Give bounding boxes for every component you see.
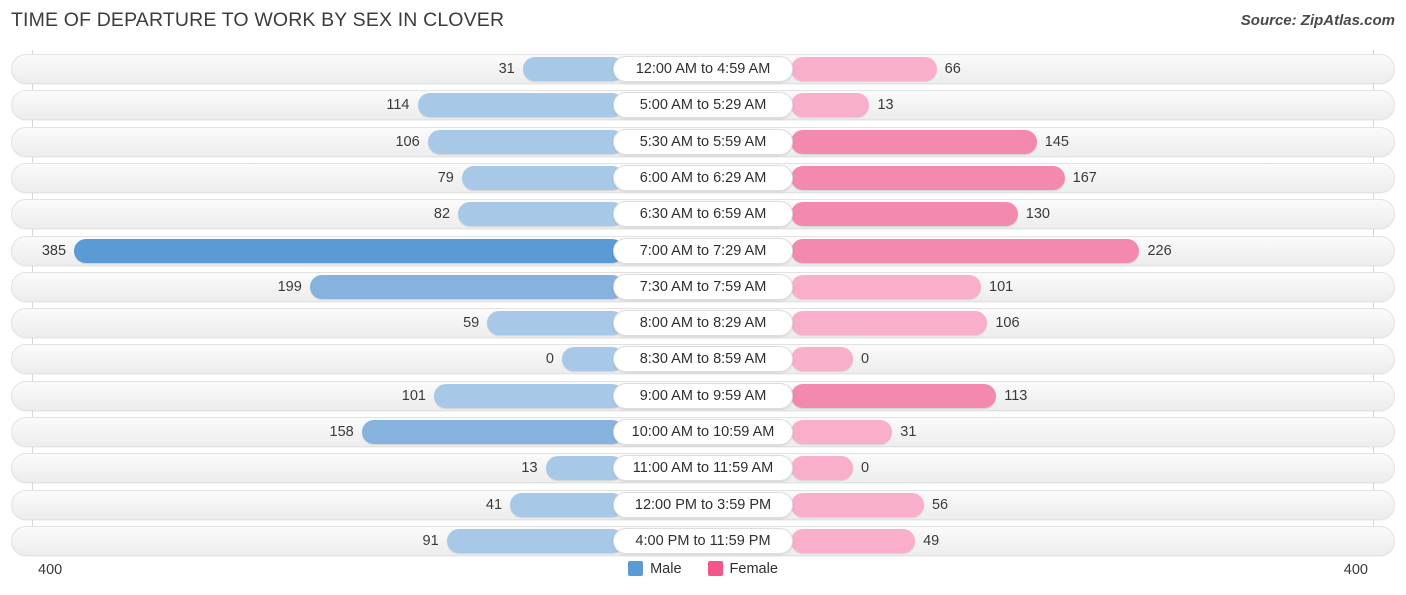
bar-male[interactable] — [487, 311, 624, 336]
category-label: 10:00 AM to 10:59 AM — [613, 419, 793, 445]
value-label-female: 226 — [1147, 242, 1172, 259]
category-label: 11:00 AM to 11:59 AM — [613, 455, 793, 482]
bar-female[interactable] — [791, 93, 870, 118]
category-label: 12:00 AM to 4:59 AM — [613, 56, 793, 82]
category-label: 8:00 AM to 8:29 AM — [613, 310, 793, 337]
category-label: 7:00 AM to 7:29 AM — [613, 237, 793, 264]
value-label-female: 31 — [900, 424, 917, 440]
value-label-male: 59 — [463, 315, 480, 332]
chart-row: 13 0 11:00 AM to 11:59 AM — [11, 453, 1395, 484]
chart-row: 158 31 10:00 AM to 10:59 AM — [11, 417, 1395, 447]
bar-female[interactable] — [791, 347, 853, 372]
bar-female[interactable] — [791, 165, 1065, 190]
chart-row: 114 13 5:00 AM to 5:29 AM — [11, 90, 1395, 121]
bar-male[interactable] — [433, 383, 624, 408]
category-label: 6:30 AM to 6:59 AM — [613, 201, 793, 228]
value-label-female: 0 — [861, 351, 870, 368]
category-label: 4:00 PM to 11:59 PM — [613, 527, 793, 554]
value-label-male: 91 — [422, 532, 439, 549]
chart-row: 199 101 7:30 AM to 7:59 AM — [11, 271, 1395, 302]
bar-female[interactable] — [791, 57, 937, 81]
legend-label: Male — [650, 561, 682, 578]
value-label-female: 56 — [931, 496, 949, 513]
legend-label: Female — [729, 561, 778, 578]
value-label-female: 145 — [1044, 133, 1069, 150]
chart-plot-area: 31 66 12:00 AM to 4:59 AM 114 13 5:00 AM to 5… — [0, 50, 1406, 556]
value-label-male: 79 — [437, 169, 454, 186]
category-label: 5:30 AM to 5:59 AM — [613, 128, 793, 155]
value-label-male: 101 — [401, 387, 426, 404]
bar-female[interactable] — [791, 383, 997, 408]
legend-item[interactable]: Female — [707, 560, 778, 578]
category-label: 9:00 AM to 9:59 AM — [613, 382, 793, 409]
chart-legend: Male Female — [0, 560, 1406, 578]
chart-row: 385 226 7:00 AM to 7:29 AM — [11, 235, 1395, 266]
value-label-male: 158 — [329, 424, 354, 440]
value-label-female: 66 — [944, 61, 961, 77]
bar-male[interactable] — [361, 420, 624, 444]
chart-footer: 400 400 Male Female — [0, 556, 1406, 595]
value-label-female: 101 — [989, 278, 1014, 295]
chart-header: TIME OF DEPARTURE TO WORK BY SEX IN CLOV… — [0, 0, 1406, 42]
chart-row: 91 49 4:00 PM to 11:59 PM — [11, 525, 1395, 556]
bar-female[interactable] — [791, 238, 1140, 263]
value-label-female: 0 — [861, 460, 870, 477]
value-label-male: 0 — [545, 351, 554, 368]
bar-male[interactable] — [74, 238, 624, 263]
value-label-male: 82 — [433, 206, 451, 223]
value-label-male: 41 — [485, 496, 503, 513]
bar-male[interactable] — [522, 57, 624, 81]
bar-female[interactable] — [791, 129, 1037, 154]
bar-female[interactable] — [791, 420, 893, 444]
chart-row: 0 0 8:30 AM to 8:59 AM — [11, 344, 1395, 375]
value-label-male: 114 — [386, 97, 410, 114]
chart-row: 82 130 6:30 AM to 6:59 AM — [11, 199, 1395, 230]
chart-row: 101 113 9:00 AM to 9:59 AM — [11, 380, 1395, 411]
bar-female[interactable] — [791, 492, 924, 517]
value-label-male: 199 — [277, 278, 302, 295]
chart-row: 79 167 6:00 AM to 6:29 AM — [11, 162, 1395, 193]
legend-swatch-female — [707, 560, 723, 576]
bar-female[interactable] — [791, 274, 982, 299]
value-label-male: 13 — [521, 460, 538, 477]
legend-item[interactable]: Male — [628, 560, 682, 578]
bar-male[interactable] — [458, 202, 624, 227]
value-label-male: 31 — [498, 61, 515, 77]
chart-row: 106 145 5:30 AM to 5:59 AM — [11, 126, 1395, 157]
value-label-female: 13 — [877, 97, 894, 114]
bar-male[interactable] — [417, 93, 624, 118]
category-label: 8:30 AM to 8:59 AM — [613, 346, 793, 373]
category-label: 7:30 AM to 7:59 AM — [613, 273, 793, 300]
category-label: 6:00 AM to 6:29 AM — [613, 164, 793, 191]
bar-male[interactable] — [510, 492, 624, 517]
value-label-male: 385 — [41, 242, 67, 259]
bar-male[interactable] — [427, 129, 624, 154]
category-label: 5:00 AM to 5:29 AM — [613, 92, 793, 119]
chart-row: 41 56 12:00 PM to 3:59 PM — [11, 489, 1395, 520]
category-label: 12:00 PM to 3:59 PM — [613, 491, 793, 518]
bar-male[interactable] — [446, 528, 624, 553]
bar-male[interactable] — [461, 165, 624, 190]
value-label-female: 49 — [923, 532, 940, 549]
source-attribution: Source: ZipAtlas.com — [1240, 12, 1395, 29]
chart-row: 59 106 8:00 AM to 8:29 AM — [11, 308, 1395, 339]
chart-page: TIME OF DEPARTURE TO WORK BY SEX IN CLOV… — [0, 0, 1406, 595]
value-label-female: 130 — [1025, 206, 1050, 223]
chart-row: 31 66 12:00 AM to 4:59 AM — [11, 54, 1395, 84]
bar-male[interactable] — [309, 274, 624, 299]
value-label-female: 167 — [1072, 169, 1097, 186]
legend-swatch-male — [628, 560, 644, 576]
value-label-female: 106 — [995, 315, 1020, 332]
page-title: TIME OF DEPARTURE TO WORK BY SEX IN CLOV… — [11, 9, 505, 31]
value-label-male: 106 — [395, 133, 420, 150]
bar-female[interactable] — [791, 311, 988, 336]
bar-female[interactable] — [791, 456, 853, 481]
value-label-female: 113 — [1004, 387, 1028, 404]
bar-female[interactable] — [791, 202, 1018, 227]
bar-female[interactable] — [791, 528, 916, 553]
